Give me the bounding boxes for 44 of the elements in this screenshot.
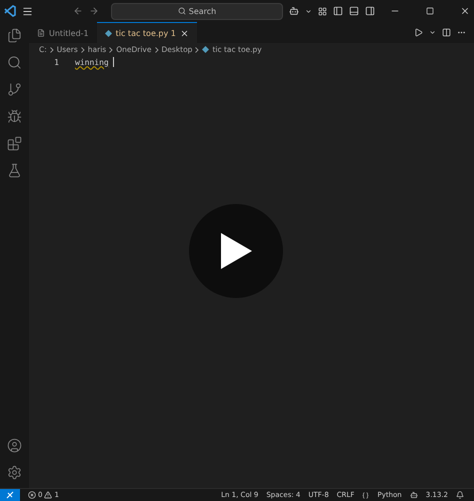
caret-icon[interactable]	[429, 29, 436, 36]
files-icon[interactable]	[7, 28, 22, 43]
code-text: winning	[75, 58, 109, 66]
text-cursor	[112, 57, 114, 67]
close-icon[interactable]	[180, 28, 189, 38]
line-number: 1	[53, 58, 60, 66]
chevron-icon	[154, 46, 158, 52]
extensions-icon[interactable]	[7, 136, 22, 151]
secondary-sidebar-icon[interactable]	[365, 6, 375, 16]
sidebar-toggle-icon[interactable]	[333, 6, 343, 16]
python-file-icon	[104, 30, 112, 36]
bell-icon[interactable]	[456, 491, 464, 499]
chevron-icon	[50, 46, 54, 52]
copilot-icon[interactable]	[289, 6, 299, 16]
chevron-icon	[80, 46, 85, 52]
chevron-icon	[109, 46, 114, 52]
flask-icon[interactable]	[7, 163, 22, 178]
search-icon[interactable]	[7, 55, 22, 70]
run-debug-icon[interactable]	[7, 109, 22, 124]
search-field[interactable]: Search	[111, 2, 283, 20]
maximize-icon[interactable]	[426, 7, 434, 15]
back-icon[interactable]	[73, 6, 83, 16]
run-icon[interactable]	[414, 28, 423, 37]
chevron-icon	[195, 46, 200, 52]
copilot-icon[interactable]	[410, 491, 418, 499]
account-icon[interactable]	[7, 438, 22, 453]
split-editor-icon[interactable]	[442, 28, 451, 37]
file-icon	[37, 29, 45, 37]
play-icon	[219, 232, 253, 270]
editor-tab[interactable]: tic tac toe.py 1	[96, 22, 197, 43]
python-file-icon	[202, 46, 210, 53]
menu-icon[interactable]	[22, 6, 33, 16]
source-control-icon[interactable]	[7, 82, 22, 97]
braces-icon[interactable]	[362, 492, 370, 498]
panel-toggle-icon[interactable]	[349, 6, 359, 16]
close-icon[interactable]	[460, 6, 470, 16]
layout-icon[interactable]	[318, 6, 327, 16]
remote-button[interactable]	[0, 489, 20, 501]
forward-icon[interactable]	[89, 6, 99, 16]
app-logo-icon[interactable]	[4, 5, 16, 17]
search-icon	[178, 7, 186, 15]
caret-icon[interactable]	[305, 8, 312, 14]
remote-icon	[6, 491, 14, 499]
settings-icon[interactable]	[7, 465, 22, 480]
